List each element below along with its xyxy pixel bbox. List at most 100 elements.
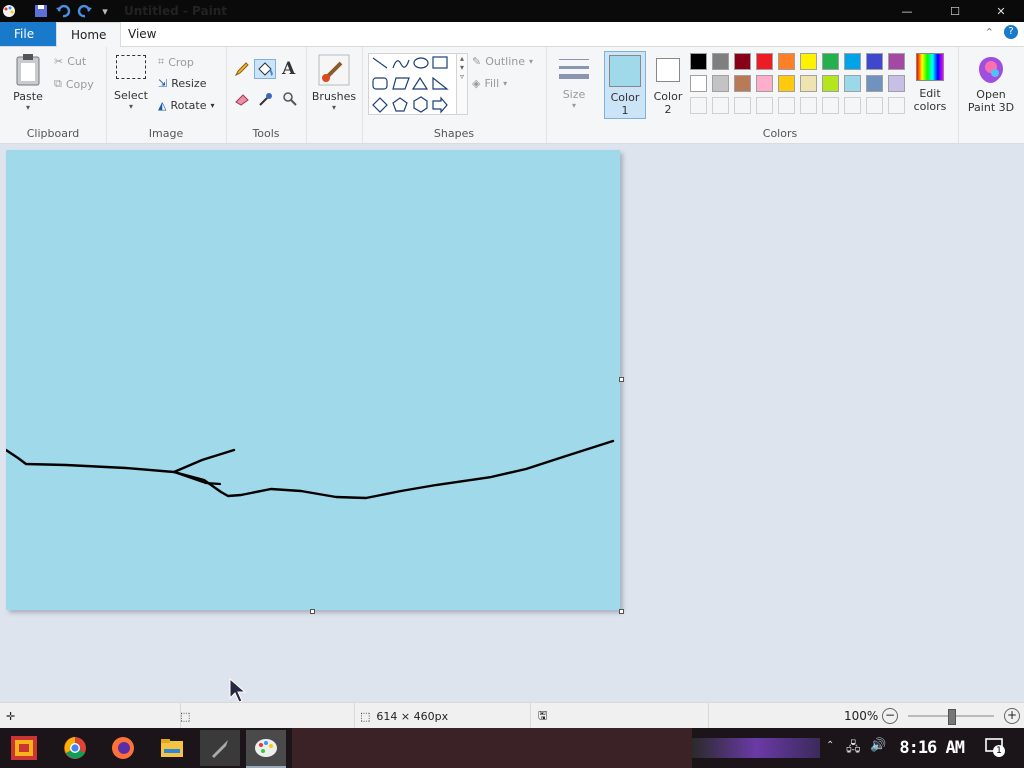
outline-label: Outline — [485, 55, 526, 68]
tools-group: A Tools — [226, 47, 307, 143]
paint3d-group: Open Paint 3D — [958, 47, 1024, 143]
palette-swatch[interactable] — [734, 53, 751, 70]
custom-color-slot[interactable] — [778, 97, 795, 114]
palette-swatch[interactable] — [712, 75, 729, 92]
tab-view[interactable]: View — [114, 22, 170, 46]
palette-swatch[interactable] — [888, 53, 905, 70]
palette-swatch[interactable] — [712, 53, 729, 70]
resize-button[interactable]: ⇲ Resize — [158, 77, 206, 90]
rotate-button[interactable]: ◭ Rotate ▾ — [158, 99, 215, 112]
palette-swatch[interactable] — [800, 75, 817, 92]
color-picker-tool[interactable] — [258, 91, 274, 107]
taskbar-chrome[interactable] — [55, 730, 95, 766]
save-icon[interactable] — [32, 2, 50, 20]
zoom-slider-thumb[interactable] — [948, 709, 956, 725]
fill-button[interactable]: ◈ Fill ▾ — [472, 77, 507, 90]
select-label: Select — [114, 89, 148, 102]
redo-icon[interactable] — [76, 2, 94, 20]
crop-icon: ⌗ — [158, 55, 165, 68]
custom-color-slot[interactable] — [822, 97, 839, 114]
copy-label: Copy — [65, 77, 94, 91]
shapes-gallery-icons — [372, 56, 449, 114]
paste-button[interactable]: Paste ▾ — [8, 53, 48, 112]
outline-button[interactable]: ✎ Outline ▾ — [472, 55, 533, 68]
palette-swatch[interactable] — [844, 75, 861, 92]
zoom-slider[interactable] — [908, 709, 994, 725]
minimize-button[interactable]: — — [884, 0, 930, 22]
palette-swatch[interactable] — [800, 53, 817, 70]
taskbar-app-rocket[interactable] — [200, 730, 240, 766]
custom-color-slot[interactable] — [866, 97, 883, 114]
paint-app-icon[interactable] — [0, 2, 18, 20]
palette-swatch[interactable] — [866, 75, 883, 92]
resize-handle-corner[interactable] — [619, 609, 624, 614]
canvas-size-text: 614 × 460px — [376, 709, 449, 723]
color2-button[interactable]: Color 2 — [648, 51, 688, 117]
network-icon[interactable]: 🖧 — [846, 738, 861, 760]
drawing-canvas[interactable] — [6, 150, 620, 610]
tab-home[interactable]: Home — [56, 22, 122, 47]
palette-swatch[interactable] — [844, 53, 861, 70]
edit-colors-line1: Edit — [919, 87, 941, 100]
zoom-in-button[interactable]: + — [1004, 708, 1020, 724]
copy-button[interactable]: ⧉ Copy — [54, 77, 94, 91]
custom-color-slot[interactable] — [734, 97, 751, 114]
resize-handle-bottom[interactable] — [310, 609, 315, 614]
open-paint3d-button[interactable]: Open Paint 3D — [962, 53, 1020, 114]
palette-swatch[interactable] — [888, 75, 905, 92]
action-center-button[interactable]: 1 — [984, 736, 1006, 758]
palette-swatch[interactable] — [778, 75, 795, 92]
taskbar-file-explorer[interactable] — [152, 730, 192, 766]
firefox-icon — [112, 737, 134, 759]
eyedropper-icon — [259, 93, 272, 106]
text-tool[interactable]: A — [282, 59, 295, 79]
palette-swatch[interactable] — [822, 75, 839, 92]
show-hidden-icons[interactable]: ⌃ — [826, 740, 834, 751]
shapes-gallery[interactable] — [368, 53, 458, 115]
custom-color-slot[interactable] — [800, 97, 817, 114]
cut-button[interactable]: ✂ Cut — [54, 55, 86, 68]
palette-swatch[interactable] — [690, 75, 707, 92]
fill-tool[interactable] — [254, 59, 276, 79]
custom-color-slot[interactable] — [888, 97, 905, 114]
custom-color-slot[interactable] — [712, 97, 729, 114]
resize-handle-right[interactable] — [619, 377, 624, 382]
help-icon[interactable]: ? — [1004, 25, 1018, 39]
eraser-tool[interactable] — [234, 91, 250, 107]
size-button[interactable]: Size ▾ — [552, 55, 596, 110]
magnifier-tool[interactable] — [282, 91, 298, 107]
palette-swatch[interactable] — [734, 75, 751, 92]
custom-color-slot[interactable] — [756, 97, 773, 114]
shapes-gallery-scroll[interactable]: ▴ ▾ ▿ — [456, 53, 468, 115]
palette-swatch[interactable] — [778, 53, 795, 70]
palette-swatch[interactable] — [690, 53, 707, 70]
eraser-icon — [235, 94, 249, 106]
select-button[interactable]: Select ▾ — [112, 55, 150, 111]
zoom-out-button[interactable]: − — [882, 708, 898, 724]
taskbar-firefox[interactable] — [103, 730, 143, 766]
close-button[interactable]: ✕ — [978, 0, 1024, 22]
palette-swatch[interactable] — [756, 75, 773, 92]
pencil-tool[interactable] — [234, 61, 250, 77]
customize-toolbar-icon[interactable]: ▾ — [96, 2, 114, 20]
tab-file[interactable]: File — [0, 22, 56, 46]
custom-color-slot[interactable] — [690, 97, 707, 114]
resize-icon: ⇲ — [158, 77, 168, 90]
color1-button[interactable]: Color 1 — [604, 51, 646, 119]
palette-swatch[interactable] — [756, 53, 773, 70]
maximize-button[interactable]: ☐ — [932, 0, 978, 22]
system-clock[interactable]: 8:16 AM — [899, 738, 965, 758]
ribbon: Paste ▾ ✂ Cut ⧉ Copy Clipboard Select ▾ ⌗ C… — [0, 47, 1024, 144]
volume-icon[interactable]: 🔊 — [870, 738, 886, 753]
custom-color-slot[interactable] — [844, 97, 861, 114]
palette-swatch[interactable] — [866, 53, 883, 70]
collapse-ribbon-icon[interactable]: ⌃ — [985, 26, 994, 39]
paste-icon — [16, 54, 40, 86]
taskbar-paint[interactable] — [246, 730, 286, 768]
start-button[interactable] — [4, 730, 44, 766]
undo-icon[interactable] — [54, 2, 72, 20]
crop-button[interactable]: ⌗ Crop — [158, 55, 194, 69]
brushes-button[interactable]: Brushes ▾ — [310, 53, 358, 112]
palette-swatch[interactable] — [822, 53, 839, 70]
edit-colors-button[interactable]: Edit colors — [910, 53, 950, 113]
